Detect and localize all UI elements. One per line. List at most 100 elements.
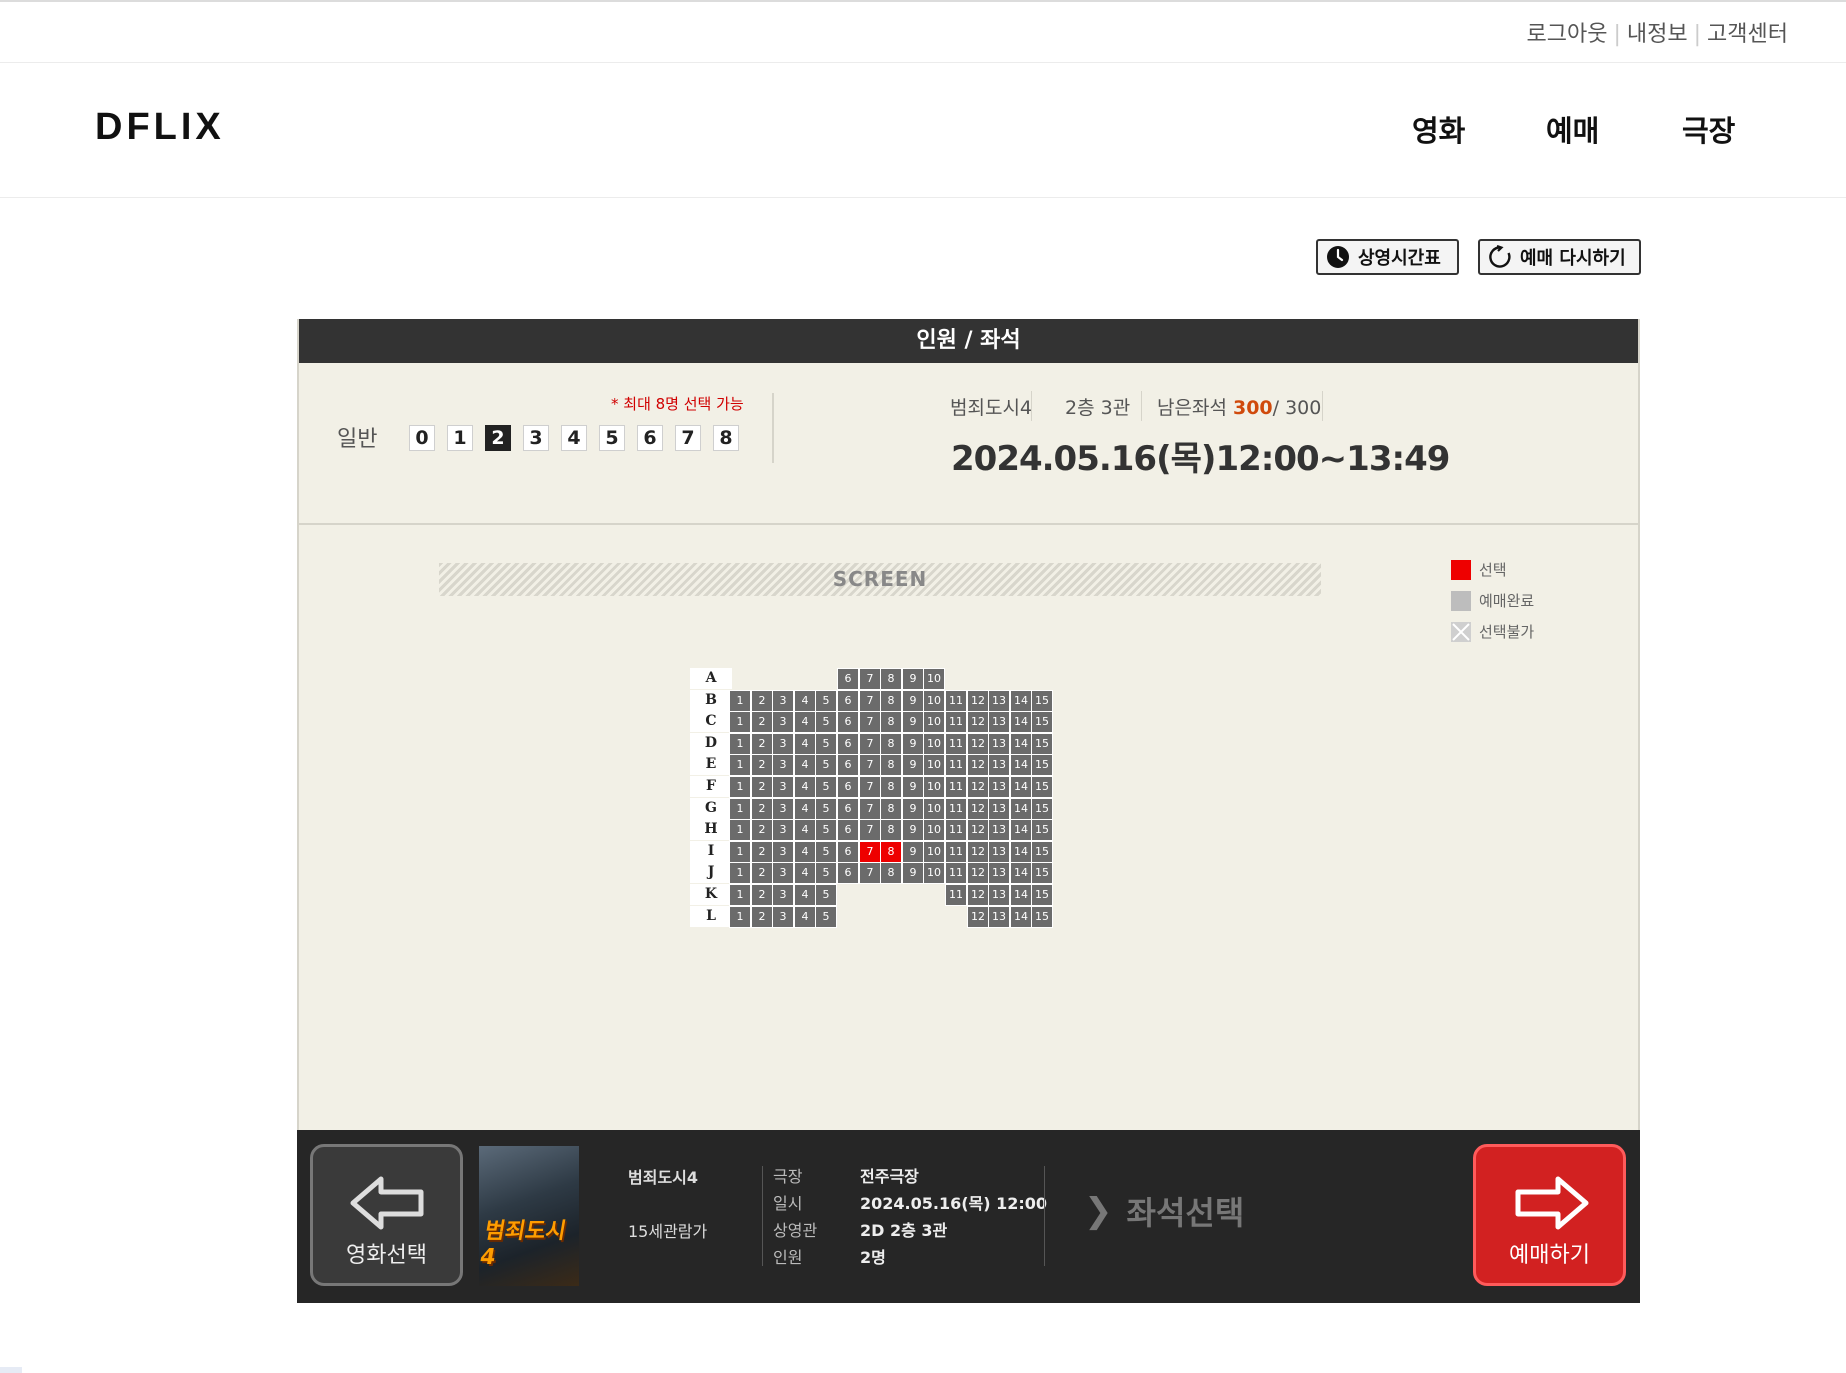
seat-K1[interactable]: 1 xyxy=(729,884,751,906)
seat-G4[interactable]: 4 xyxy=(794,798,816,820)
seat-F8[interactable]: 8 xyxy=(880,776,902,798)
seat-E6[interactable]: 6 xyxy=(837,754,859,776)
seat-I10[interactable]: 10 xyxy=(923,841,945,863)
seat-H10[interactable]: 10 xyxy=(923,819,945,841)
seat-B13[interactable]: 13 xyxy=(988,690,1010,712)
seat-C4[interactable]: 4 xyxy=(794,711,816,733)
seat-G15[interactable]: 15 xyxy=(1031,798,1053,820)
seat-F10[interactable]: 10 xyxy=(923,776,945,798)
seat-G10[interactable]: 10 xyxy=(923,798,945,820)
seat-D6[interactable]: 6 xyxy=(837,733,859,755)
book-button[interactable]: 예매하기 xyxy=(1473,1144,1626,1286)
count-option-8[interactable]: 8 xyxy=(713,425,739,451)
seat-A10[interactable]: 10 xyxy=(923,668,945,690)
seat-A9[interactable]: 9 xyxy=(902,668,924,690)
nav-booking[interactable]: 예매 xyxy=(1546,108,1599,150)
seat-E2[interactable]: 2 xyxy=(751,754,773,776)
seat-B11[interactable]: 11 xyxy=(945,690,967,712)
seat-L1[interactable]: 1 xyxy=(729,906,751,928)
seat-J9[interactable]: 9 xyxy=(902,862,924,884)
seat-E15[interactable]: 15 xyxy=(1031,754,1053,776)
seat-L15[interactable]: 15 xyxy=(1031,906,1053,928)
seat-K13[interactable]: 13 xyxy=(988,884,1010,906)
nav-theater[interactable]: 극장 xyxy=(1682,108,1735,150)
seat-C13[interactable]: 13 xyxy=(988,711,1010,733)
seat-B5[interactable]: 5 xyxy=(815,690,837,712)
seat-B7[interactable]: 7 xyxy=(859,690,881,712)
logout-link[interactable]: 로그아웃 xyxy=(1526,22,1607,47)
seat-E11[interactable]: 11 xyxy=(945,754,967,776)
seat-F6[interactable]: 6 xyxy=(837,776,859,798)
seat-D14[interactable]: 14 xyxy=(1010,733,1032,755)
seat-L2[interactable]: 2 xyxy=(751,906,773,928)
seat-D7[interactable]: 7 xyxy=(859,733,881,755)
seat-J5[interactable]: 5 xyxy=(815,862,837,884)
seat-E13[interactable]: 13 xyxy=(988,754,1010,776)
seat-F11[interactable]: 11 xyxy=(945,776,967,798)
count-option-5[interactable]: 5 xyxy=(599,425,625,451)
seat-J7[interactable]: 7 xyxy=(859,862,881,884)
seat-G14[interactable]: 14 xyxy=(1010,798,1032,820)
seat-K14[interactable]: 14 xyxy=(1010,884,1032,906)
seat-I12[interactable]: 12 xyxy=(967,841,989,863)
seat-H5[interactable]: 5 xyxy=(815,819,837,841)
seat-I3[interactable]: 3 xyxy=(772,841,794,863)
seat-H14[interactable]: 14 xyxy=(1010,819,1032,841)
nav-movie[interactable]: 영화 xyxy=(1412,108,1465,150)
seat-K12[interactable]: 12 xyxy=(967,884,989,906)
seat-K3[interactable]: 3 xyxy=(772,884,794,906)
seat-J4[interactable]: 4 xyxy=(794,862,816,884)
seat-F5[interactable]: 5 xyxy=(815,776,837,798)
seat-F9[interactable]: 9 xyxy=(902,776,924,798)
seat-K5[interactable]: 5 xyxy=(815,884,837,906)
seat-A8[interactable]: 8 xyxy=(880,668,902,690)
seat-C12[interactable]: 12 xyxy=(967,711,989,733)
seat-D15[interactable]: 15 xyxy=(1031,733,1053,755)
seat-B4[interactable]: 4 xyxy=(794,690,816,712)
seat-F12[interactable]: 12 xyxy=(967,776,989,798)
seat-D1[interactable]: 1 xyxy=(729,733,751,755)
seat-H9[interactable]: 9 xyxy=(902,819,924,841)
seat-B14[interactable]: 14 xyxy=(1010,690,1032,712)
seat-I1[interactable]: 1 xyxy=(729,841,751,863)
seat-E3[interactable]: 3 xyxy=(772,754,794,776)
seat-C3[interactable]: 3 xyxy=(772,711,794,733)
seat-C7[interactable]: 7 xyxy=(859,711,881,733)
seat-I2[interactable]: 2 xyxy=(751,841,773,863)
support-link[interactable]: 고객센터 xyxy=(1707,22,1788,47)
count-option-7[interactable]: 7 xyxy=(675,425,701,451)
prev-step-button[interactable]: 영화선택 xyxy=(310,1144,463,1286)
count-option-0[interactable]: 0 xyxy=(409,425,435,451)
seat-H11[interactable]: 11 xyxy=(945,819,967,841)
restart-button[interactable]: 예매 다시하기 xyxy=(1478,239,1641,275)
seat-I9[interactable]: 9 xyxy=(902,841,924,863)
seat-D10[interactable]: 10 xyxy=(923,733,945,755)
seat-E14[interactable]: 14 xyxy=(1010,754,1032,776)
seat-I14[interactable]: 14 xyxy=(1010,841,1032,863)
seat-H4[interactable]: 4 xyxy=(794,819,816,841)
seat-J13[interactable]: 13 xyxy=(988,862,1010,884)
seat-G3[interactable]: 3 xyxy=(772,798,794,820)
seat-B1[interactable]: 1 xyxy=(729,690,751,712)
seat-G8[interactable]: 8 xyxy=(880,798,902,820)
seat-J14[interactable]: 14 xyxy=(1010,862,1032,884)
seat-K4[interactable]: 4 xyxy=(794,884,816,906)
schedule-button[interactable]: 상영시간표 xyxy=(1316,239,1459,275)
seat-B9[interactable]: 9 xyxy=(902,690,924,712)
seat-H7[interactable]: 7 xyxy=(859,819,881,841)
seat-E12[interactable]: 12 xyxy=(967,754,989,776)
seat-H13[interactable]: 13 xyxy=(988,819,1010,841)
seat-I7[interactable]: 7 xyxy=(859,841,881,863)
seat-G6[interactable]: 6 xyxy=(837,798,859,820)
seat-H15[interactable]: 15 xyxy=(1031,819,1053,841)
seat-B8[interactable]: 8 xyxy=(880,690,902,712)
seat-C1[interactable]: 1 xyxy=(729,711,751,733)
seat-H3[interactable]: 3 xyxy=(772,819,794,841)
seat-D2[interactable]: 2 xyxy=(751,733,773,755)
seat-E9[interactable]: 9 xyxy=(902,754,924,776)
seat-K15[interactable]: 15 xyxy=(1031,884,1053,906)
seat-D9[interactable]: 9 xyxy=(902,733,924,755)
seat-C8[interactable]: 8 xyxy=(880,711,902,733)
seat-J1[interactable]: 1 xyxy=(729,862,751,884)
seat-J8[interactable]: 8 xyxy=(880,862,902,884)
